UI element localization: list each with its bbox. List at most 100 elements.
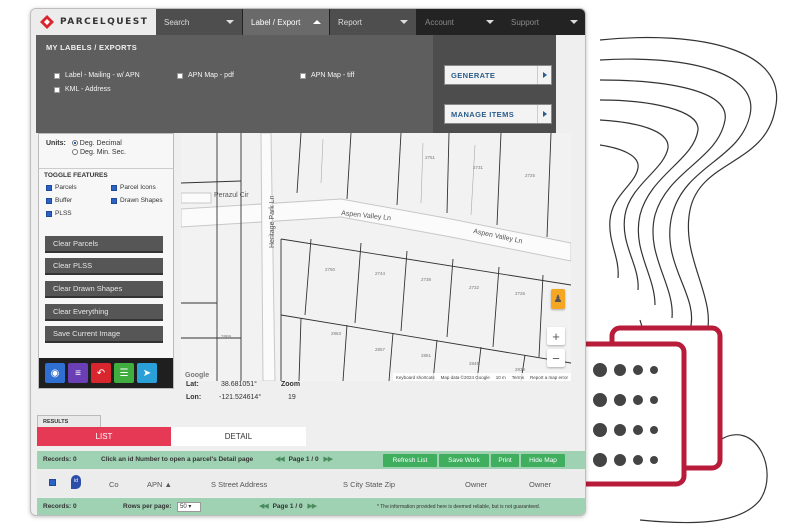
print-button[interactable]: Print [491,454,519,467]
toggle-parcels[interactable]: Parcels [46,184,77,191]
sort-up-icon: ▲ [164,480,172,489]
pager-next-icon[interactable]: ▶▶ [323,456,333,463]
option-label: KML - Address [65,86,111,93]
parcel-number[interactable]: 2732 [469,285,480,290]
option-kml-address[interactable]: KML - Address [54,86,111,93]
col-apn-label: APN [147,480,163,489]
toggle-features-title: TOGGLE FEATURES [39,168,173,182]
refresh-list-button[interactable]: Refresh List [383,454,437,467]
option-label-mailing[interactable]: Label - Mailing - w/ APN [54,72,140,79]
parcel-number[interactable]: 2750 [325,267,336,272]
parcel-number[interactable]: 2869 [221,334,232,339]
save-work-button[interactable]: Save Work [439,454,489,467]
toggle-buffer[interactable]: Buffer [46,197,72,204]
pager-prev-icon[interactable]: ◀◀ [275,456,285,463]
toggle-parcel-icons[interactable]: Parcel Icons [111,184,156,191]
unit-option-dms[interactable]: Deg. Min. Sec. [72,149,126,156]
col-co[interactable]: Co [109,480,119,489]
parcel-number[interactable]: 2851 [421,353,432,358]
zoom-out-button[interactable]: − [547,349,565,367]
left-panel: Units: Deg. Decimal Deg. Min. Sec. TOGGL… [38,133,174,389]
toggle-drawn-shapes[interactable]: Drawn Shapes [111,197,163,204]
checkbox[interactable] [177,72,183,79]
checkbox-checked[interactable] [46,197,52,204]
col-apn[interactable]: APN ▲ [147,480,172,489]
parcel-number[interactable]: 2725 [525,173,536,178]
parcel-number[interactable]: 2845 [469,361,480,366]
top-header: PARCELQUEST Search Label / Export Report… [31,9,585,35]
results-tab[interactable]: RESULTS [37,415,101,427]
chevron-down-icon [486,20,494,24]
tab-list[interactable]: LIST [37,427,171,446]
lat-value: 38.681051° [221,381,257,388]
pager-prev-icon[interactable]: ◀◀ [259,503,269,510]
checkbox-checked[interactable] [46,184,52,191]
nav-report[interactable]: Report [330,9,417,35]
col-owner[interactable]: Owner [465,480,487,489]
undo-icon[interactable]: ↶ [91,363,111,383]
layers-icon[interactable]: ≡ [68,363,88,383]
toggle-label: PLSS [55,210,72,217]
manage-items-button[interactable]: MANAGE ITEMS [444,104,552,124]
unit-option-label: Deg. Min. Sec. [80,149,126,156]
map-attribution: Keyboard shortcuts Map data ©2024 Google… [392,373,571,381]
option-apn-map-pdf[interactable]: APN Map - pdf [177,72,234,79]
street-view-pegman-icon[interactable]: ♟ [551,289,565,309]
select-all-checkbox[interactable] [49,479,56,486]
col-city-state-zip[interactable]: S City State Zip [343,480,395,489]
nav-label-export[interactable]: Label / Export [243,9,330,35]
dropdown-actions: GENERATE MANAGE ITEMS [433,35,556,133]
pager-next-icon[interactable]: ▶▶ [307,503,317,510]
clear-parcels-button[interactable]: Clear Parcels [45,236,163,253]
dropdown-title: MY LABELS / EXPORTS [46,43,137,52]
checkbox-checked[interactable] [111,184,117,191]
stack-icon[interactable]: ☰ [114,363,134,383]
nav-search[interactable]: Search [156,9,243,35]
parcel-number[interactable]: 2863 [331,331,342,336]
clear-everything-button[interactable]: Clear Everything [45,304,163,321]
parcel-number[interactable]: 2738 [421,277,432,282]
unit-option-label: Deg. Decimal [79,140,122,147]
report-map-error-link[interactable]: Report a map error [530,375,568,380]
zoom-in-button[interactable]: + [547,327,565,345]
option-apn-map-tiff[interactable]: APN Map - tiff [300,72,354,79]
parcel-number[interactable]: 2839 [515,367,526,372]
parcel-number[interactable]: 2751 [425,155,436,160]
col-owner-2[interactable]: Owner [529,480,551,489]
checkbox[interactable] [54,72,60,79]
col-street-address[interactable]: S Street Address [211,480,267,489]
radio[interactable] [72,149,78,156]
pin-icon[interactable]: ➤ [137,363,157,383]
tab-detail[interactable]: DETAIL [171,427,306,446]
checkbox[interactable] [54,86,60,93]
clear-drawn-shapes-button[interactable]: Clear Drawn Shapes [45,281,163,298]
parcel-number[interactable]: 2857 [375,347,386,352]
parcel-number[interactable]: 2744 [375,271,386,276]
clear-plss-button[interactable]: Clear PLSS [45,258,163,275]
eye-icon[interactable]: ◉ [45,363,65,383]
chevron-down-icon [226,20,234,24]
generate-button[interactable]: GENERATE [444,65,552,85]
checkbox[interactable] [300,72,306,79]
hide-map-button[interactable]: Hide Map [521,454,565,467]
save-current-image-button[interactable]: Save Current Image [45,326,163,343]
zoom-label: Zoom [281,381,301,388]
parcel-number[interactable]: 2731 [473,165,484,170]
units-label: Units: [46,140,66,147]
checkbox-checked[interactable] [111,197,117,204]
checkbox-checked[interactable] [46,210,52,217]
toggle-label: Parcels [55,184,77,191]
parcel-number[interactable]: 2726 [515,291,526,296]
nav-account[interactable]: Account [417,9,503,35]
parcelquest-logo[interactable]: PARCELQUEST [39,13,148,31]
unit-option-decimal[interactable]: Deg. Decimal [71,140,122,147]
toggle-plss[interactable]: PLSS [46,210,72,217]
rows-per-page-select[interactable]: 50 ▾ [177,502,201,512]
nav-support[interactable]: Support [503,9,585,35]
keyboard-shortcuts-link[interactable]: Keyboard shortcuts [396,375,435,380]
parcel-map[interactable]: 2751 2731 2725 2750 2744 2738 2732 2726 … [181,133,571,381]
scale-label: 10 m [495,374,506,380]
terms-link[interactable]: Terms [512,375,524,380]
radio-selected[interactable] [71,140,78,147]
toggle-label: Buffer [55,197,73,204]
